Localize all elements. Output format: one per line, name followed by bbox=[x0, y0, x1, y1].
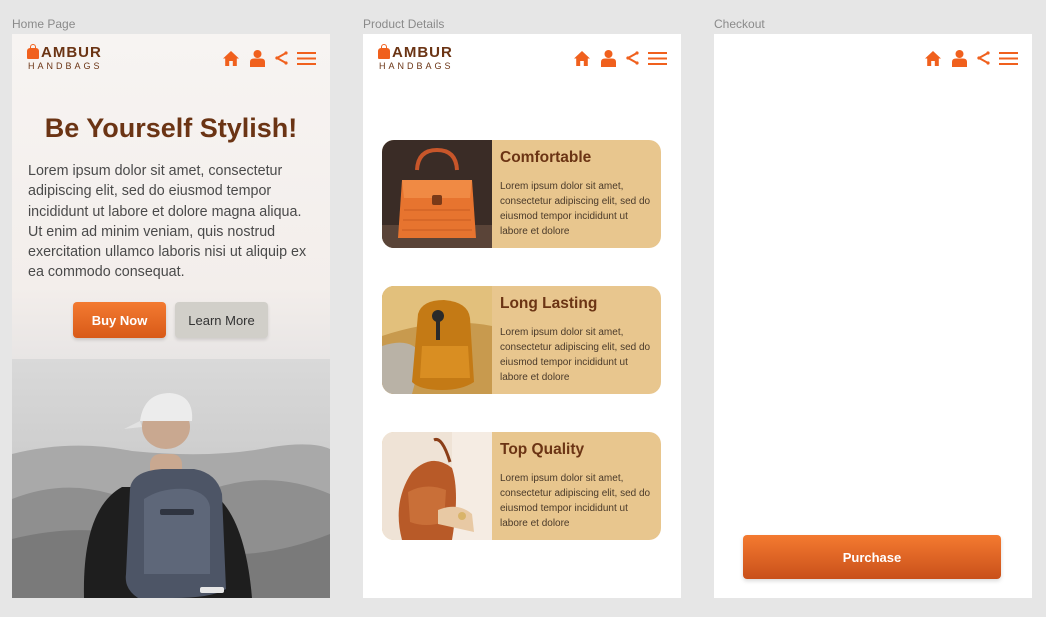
buy-now-button[interactable]: Buy Now bbox=[73, 302, 166, 338]
home-icon[interactable] bbox=[573, 50, 591, 67]
share-icon[interactable] bbox=[977, 51, 990, 65]
home-icon[interactable] bbox=[222, 50, 240, 67]
brand-name: AMBUR bbox=[41, 44, 102, 61]
brand-tagline: HANDBAGS bbox=[28, 61, 103, 71]
nav-icons bbox=[573, 49, 667, 67]
home-header: AMBUR HANDBAGS bbox=[12, 34, 330, 86]
home-page-frame: AMBUR HANDBAGS Be Yourself Stylish! Lore… bbox=[12, 34, 330, 598]
brand-tagline: HANDBAGS bbox=[379, 61, 454, 71]
yellow-backpack-image bbox=[382, 286, 492, 394]
frame-label-home: Home Page bbox=[12, 17, 76, 31]
purchase-button[interactable]: Purchase bbox=[743, 535, 1001, 579]
brand-logo[interactable]: AMBUR HANDBAGS bbox=[27, 43, 103, 71]
product-details-frame: AMBUR HANDBAGS Comfortable Lorem ipsum d… bbox=[363, 34, 681, 598]
hero-description: Lorem ipsum dolor sit amet, consectetur … bbox=[28, 163, 307, 281]
card-description: Lorem ipsum dolor sit amet, consectetur … bbox=[500, 327, 651, 383]
card-description: Lorem ipsum dolor sit amet, consectetur … bbox=[500, 473, 651, 529]
user-icon[interactable] bbox=[249, 49, 266, 67]
home-icon[interactable] bbox=[924, 50, 942, 67]
tan-bag-image bbox=[382, 432, 492, 540]
checkout-header bbox=[714, 34, 1032, 86]
learn-more-button[interactable]: Learn More bbox=[175, 302, 268, 338]
product-header: AMBUR HANDBAGS bbox=[363, 34, 681, 86]
menu-icon[interactable] bbox=[648, 51, 667, 66]
user-icon[interactable] bbox=[600, 49, 617, 67]
menu-icon[interactable] bbox=[999, 51, 1018, 66]
handbag-logo-icon bbox=[378, 43, 390, 59]
feature-card[interactable]: Long Lasting Lorem ipsum dolor sit amet,… bbox=[382, 286, 661, 394]
share-icon[interactable] bbox=[275, 51, 288, 65]
nav-icons bbox=[222, 49, 316, 67]
card-title: Top Quality bbox=[500, 441, 585, 458]
card-description: Lorem ipsum dolor sit amet, consectetur … bbox=[500, 181, 651, 237]
card-title: Long Lasting bbox=[500, 295, 598, 312]
frame-label-checkout: Checkout bbox=[714, 17, 765, 31]
brand-logo[interactable]: AMBUR HANDBAGS bbox=[378, 43, 454, 71]
hero-photo-hiker bbox=[12, 359, 330, 598]
brand-name: AMBUR bbox=[392, 44, 453, 61]
card-title: Comfortable bbox=[500, 149, 592, 166]
share-icon[interactable] bbox=[626, 51, 639, 65]
orange-handbag-image bbox=[382, 140, 492, 248]
handbag-logo-icon bbox=[27, 43, 39, 59]
checkout-frame: Purchase bbox=[714, 34, 1032, 598]
nav-icons bbox=[924, 49, 1018, 67]
user-icon[interactable] bbox=[951, 49, 968, 67]
menu-icon[interactable] bbox=[297, 51, 316, 66]
feature-card[interactable]: Top Quality Lorem ipsum dolor sit amet, … bbox=[382, 432, 661, 540]
feature-card[interactable]: Comfortable Lorem ipsum dolor sit amet, … bbox=[382, 140, 661, 248]
frame-label-product: Product Details bbox=[363, 17, 445, 31]
hero-title: Be Yourself Stylish! bbox=[44, 113, 298, 143]
